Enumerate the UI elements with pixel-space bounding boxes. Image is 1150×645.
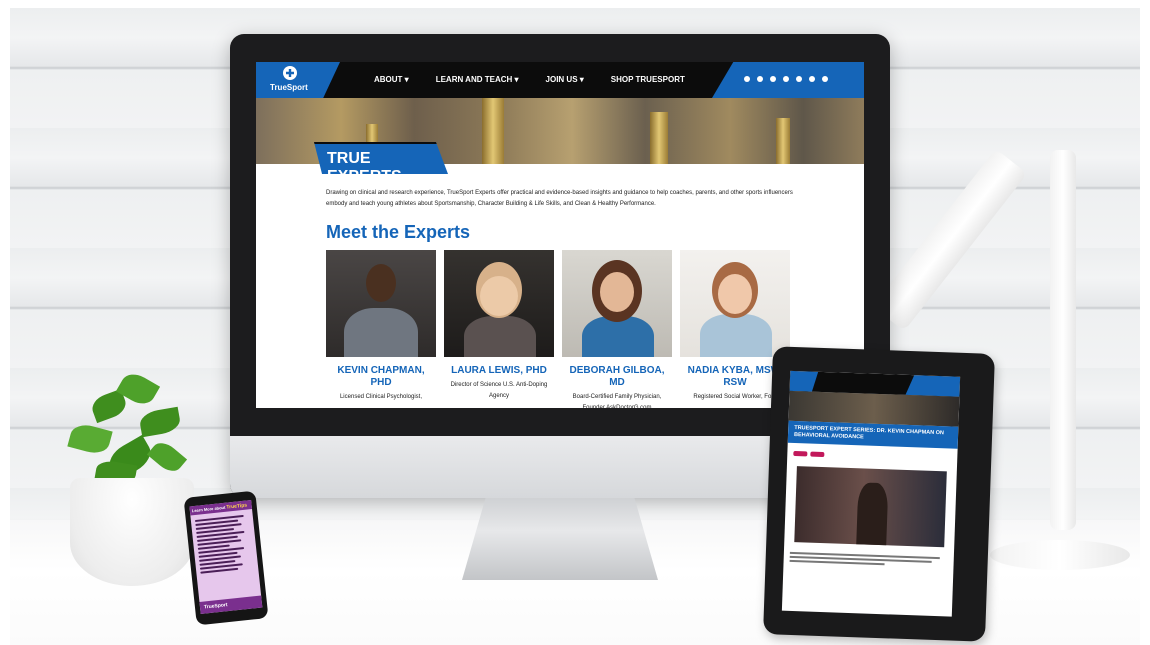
youtube-icon[interactable] <box>783 76 789 82</box>
tablet-video-player[interactable] <box>794 466 947 548</box>
trophy-figure <box>650 112 668 164</box>
phone-text-lines <box>190 509 258 579</box>
trophy-figure <box>776 118 790 164</box>
nav-menu: ABOUT ▾ LEARN AND TEACH ▾ JOIN US ▾ SHOP… <box>374 75 685 84</box>
expert-role: Board-Certified Family Physician, Founde… <box>572 394 662 408</box>
imac-stand <box>462 498 658 580</box>
linkedin-icon[interactable] <box>809 76 815 82</box>
expert-role: Director of Science U.S. Anti-Doping Age… <box>450 382 548 399</box>
expert-card[interactable]: KEVIN CHAPMAN, PHD Licensed Clinical Psy… <box>326 250 436 408</box>
expert-card[interactable]: LAURA LEWIS, PHD Director of Science U.S… <box>444 250 554 408</box>
truesport-logo[interactable]: TrueSport <box>256 62 340 98</box>
nav-item-join-us[interactable]: JOIN US ▾ <box>546 75 584 84</box>
nav-item-shop[interactable]: SHOP TRUESPORT <box>611 75 685 84</box>
plant-pot <box>70 478 194 586</box>
instagram-icon[interactable] <box>796 76 802 82</box>
expert-photo[interactable] <box>680 250 790 357</box>
nav-item-about[interactable]: ABOUT ▾ <box>374 75 409 84</box>
expert-name[interactable]: DEBORAH GILBOA, MD <box>562 365 672 389</box>
facebook-icon[interactable] <box>757 76 763 82</box>
section-heading: Meet the Experts <box>326 222 471 242</box>
intro-paragraph: Drawing on clinical and research experie… <box>326 190 793 207</box>
phone-footer-brand: TrueSport <box>199 595 263 614</box>
tablet-social-bar <box>905 375 960 397</box>
desk-lamp-arm <box>1050 150 1076 530</box>
expert-name[interactable]: KEVIN CHAPMAN, PHD <box>326 365 436 389</box>
top-navigation: TrueSport ABOUT ▾ LEARN AND TEACH ▾ JOIN… <box>256 62 864 98</box>
social-bar <box>712 62 864 98</box>
expert-card[interactable]: DEBORAH GILBOA, MD Board-Certified Famil… <box>562 250 672 408</box>
expert-photo[interactable] <box>444 250 554 357</box>
tablet-screen: TRUESPORT EXPERT SERIES: DR. KEVIN CHAPM… <box>781 370 961 617</box>
phone-device: Learn More about TrueTips TrueSport <box>183 490 269 626</box>
expert-photo[interactable] <box>562 250 672 357</box>
tag-badge[interactable] <box>793 450 808 457</box>
nav-item-learn-and-teach[interactable]: LEARN AND TEACH ▾ <box>436 75 519 84</box>
tablet-logo[interactable] <box>790 371 819 392</box>
expert-role: Licensed Clinical Psychologist, <box>339 394 423 400</box>
search-icon[interactable] <box>744 76 750 82</box>
pinterest-icon[interactable] <box>822 76 828 82</box>
desk-lamp-base <box>990 540 1130 570</box>
trophy-figure <box>482 98 504 164</box>
tablet-device: TRUESPORT EXPERT SERIES: DR. KEVIN CHAPM… <box>763 346 995 642</box>
page-title: TRUE EXPERTS <box>314 142 448 174</box>
tablet-body-text <box>783 542 954 578</box>
phone-screen: Learn More about TrueTips TrueSport <box>189 500 263 614</box>
tag-badge[interactable] <box>810 451 825 458</box>
experts-grid: KEVIN CHAPMAN, PHD Licensed Clinical Psy… <box>326 250 790 408</box>
logo-cross-icon <box>283 66 297 80</box>
expert-name[interactable]: LAURA LEWIS, PHD <box>444 365 554 377</box>
expert-photo[interactable] <box>326 250 436 357</box>
logo-text: TrueSport <box>270 83 308 92</box>
twitter-icon[interactable] <box>770 76 776 82</box>
